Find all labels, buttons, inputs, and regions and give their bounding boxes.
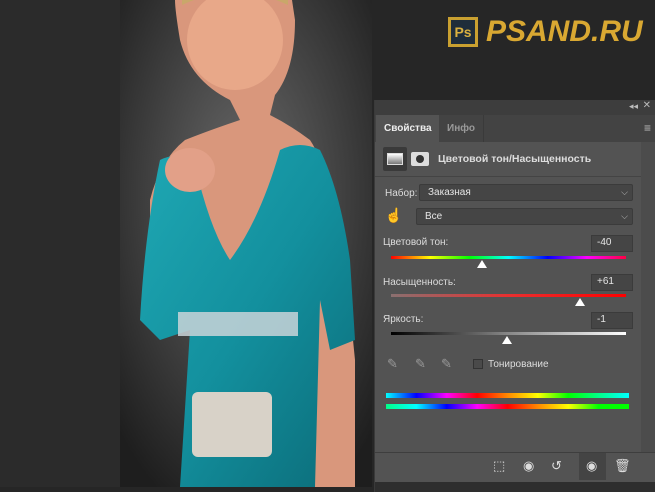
- saturation-label: Насыщенность:: [383, 277, 456, 288]
- panel-top-strip: ◂◂ ✕: [375, 100, 655, 115]
- preset-dropdown[interactable]: Заказная ⌵: [419, 184, 633, 201]
- saturation-slider-track[interactable]: [391, 294, 626, 297]
- toggle-visibility-button[interactable]: ◉: [579, 453, 606, 480]
- site-logo: Ps PSAND.RU: [448, 13, 648, 53]
- hue-input[interactable]: -40: [591, 235, 633, 252]
- output-color-bar: [386, 404, 629, 409]
- lightness-slider-track[interactable]: [391, 332, 626, 335]
- tab-bar: Свойства Инфо ≡: [375, 115, 655, 142]
- clip-to-layer-icon[interactable]: ⬚: [493, 458, 505, 474]
- tab-properties[interactable]: Свойства: [376, 115, 439, 142]
- eyedropper-plus-icon[interactable]: ✎: [415, 356, 426, 372]
- close-icon[interactable]: ✕: [643, 100, 651, 111]
- eyedropper-minus-icon[interactable]: ✎: [441, 356, 452, 372]
- channel-value: Все: [425, 211, 443, 222]
- adjustment-icon[interactable]: [383, 147, 407, 171]
- collapse-icon[interactable]: ◂◂: [629, 101, 638, 112]
- hue-slider-thumb[interactable]: [477, 260, 488, 268]
- mask-icon[interactable]: [411, 152, 429, 166]
- eyedropper-icon[interactable]: ✎: [387, 356, 398, 372]
- logo-text: PSAND.RU: [486, 15, 643, 48]
- targeted-adjustment-hand-icon[interactable]: ☝: [385, 207, 402, 224]
- colorize-label: Тонирование: [488, 359, 549, 370]
- channel-dropdown[interactable]: Все ⌵: [416, 208, 633, 225]
- adjustment-title: Цветовой тон/Насыщенность: [438, 153, 592, 165]
- view-previous-state-icon[interactable]: ◉: [523, 458, 534, 474]
- lightness-input[interactable]: -1: [591, 312, 633, 329]
- panel-menu-icon[interactable]: ≡: [644, 121, 651, 135]
- panel-scrollbar[interactable]: [641, 142, 655, 452]
- preset-value: Заказная: [428, 187, 471, 198]
- preset-label: Набор:: [385, 188, 418, 199]
- lightness-label: Яркость:: [383, 314, 424, 325]
- hue-slider-track[interactable]: [391, 256, 626, 259]
- saturation-input[interactable]: +61: [591, 274, 633, 291]
- reset-icon[interactable]: ↺: [551, 458, 562, 474]
- trash-icon[interactable]: 🗑: [614, 458, 631, 474]
- canvas-background: [0, 0, 120, 487]
- properties-panel: ◂◂ ✕ Свойства Инфо ≡ Цветовой тон/Насыще…: [374, 100, 655, 492]
- saturation-slider-thumb[interactable]: [575, 298, 586, 306]
- hue-label: Цветовой тон:: [383, 237, 449, 248]
- chevron-down-icon: ⌵: [621, 211, 628, 221]
- logo-badge: Ps: [448, 17, 478, 47]
- document-photo: [120, 0, 372, 487]
- lightness-slider-thumb[interactable]: [502, 336, 513, 344]
- colorize-checkbox[interactable]: [473, 359, 483, 369]
- tab-info[interactable]: Инфо: [439, 115, 484, 142]
- chevron-down-icon: ⌵: [621, 187, 628, 197]
- eye-icon: ◉: [586, 458, 598, 473]
- input-color-bar: [386, 393, 629, 398]
